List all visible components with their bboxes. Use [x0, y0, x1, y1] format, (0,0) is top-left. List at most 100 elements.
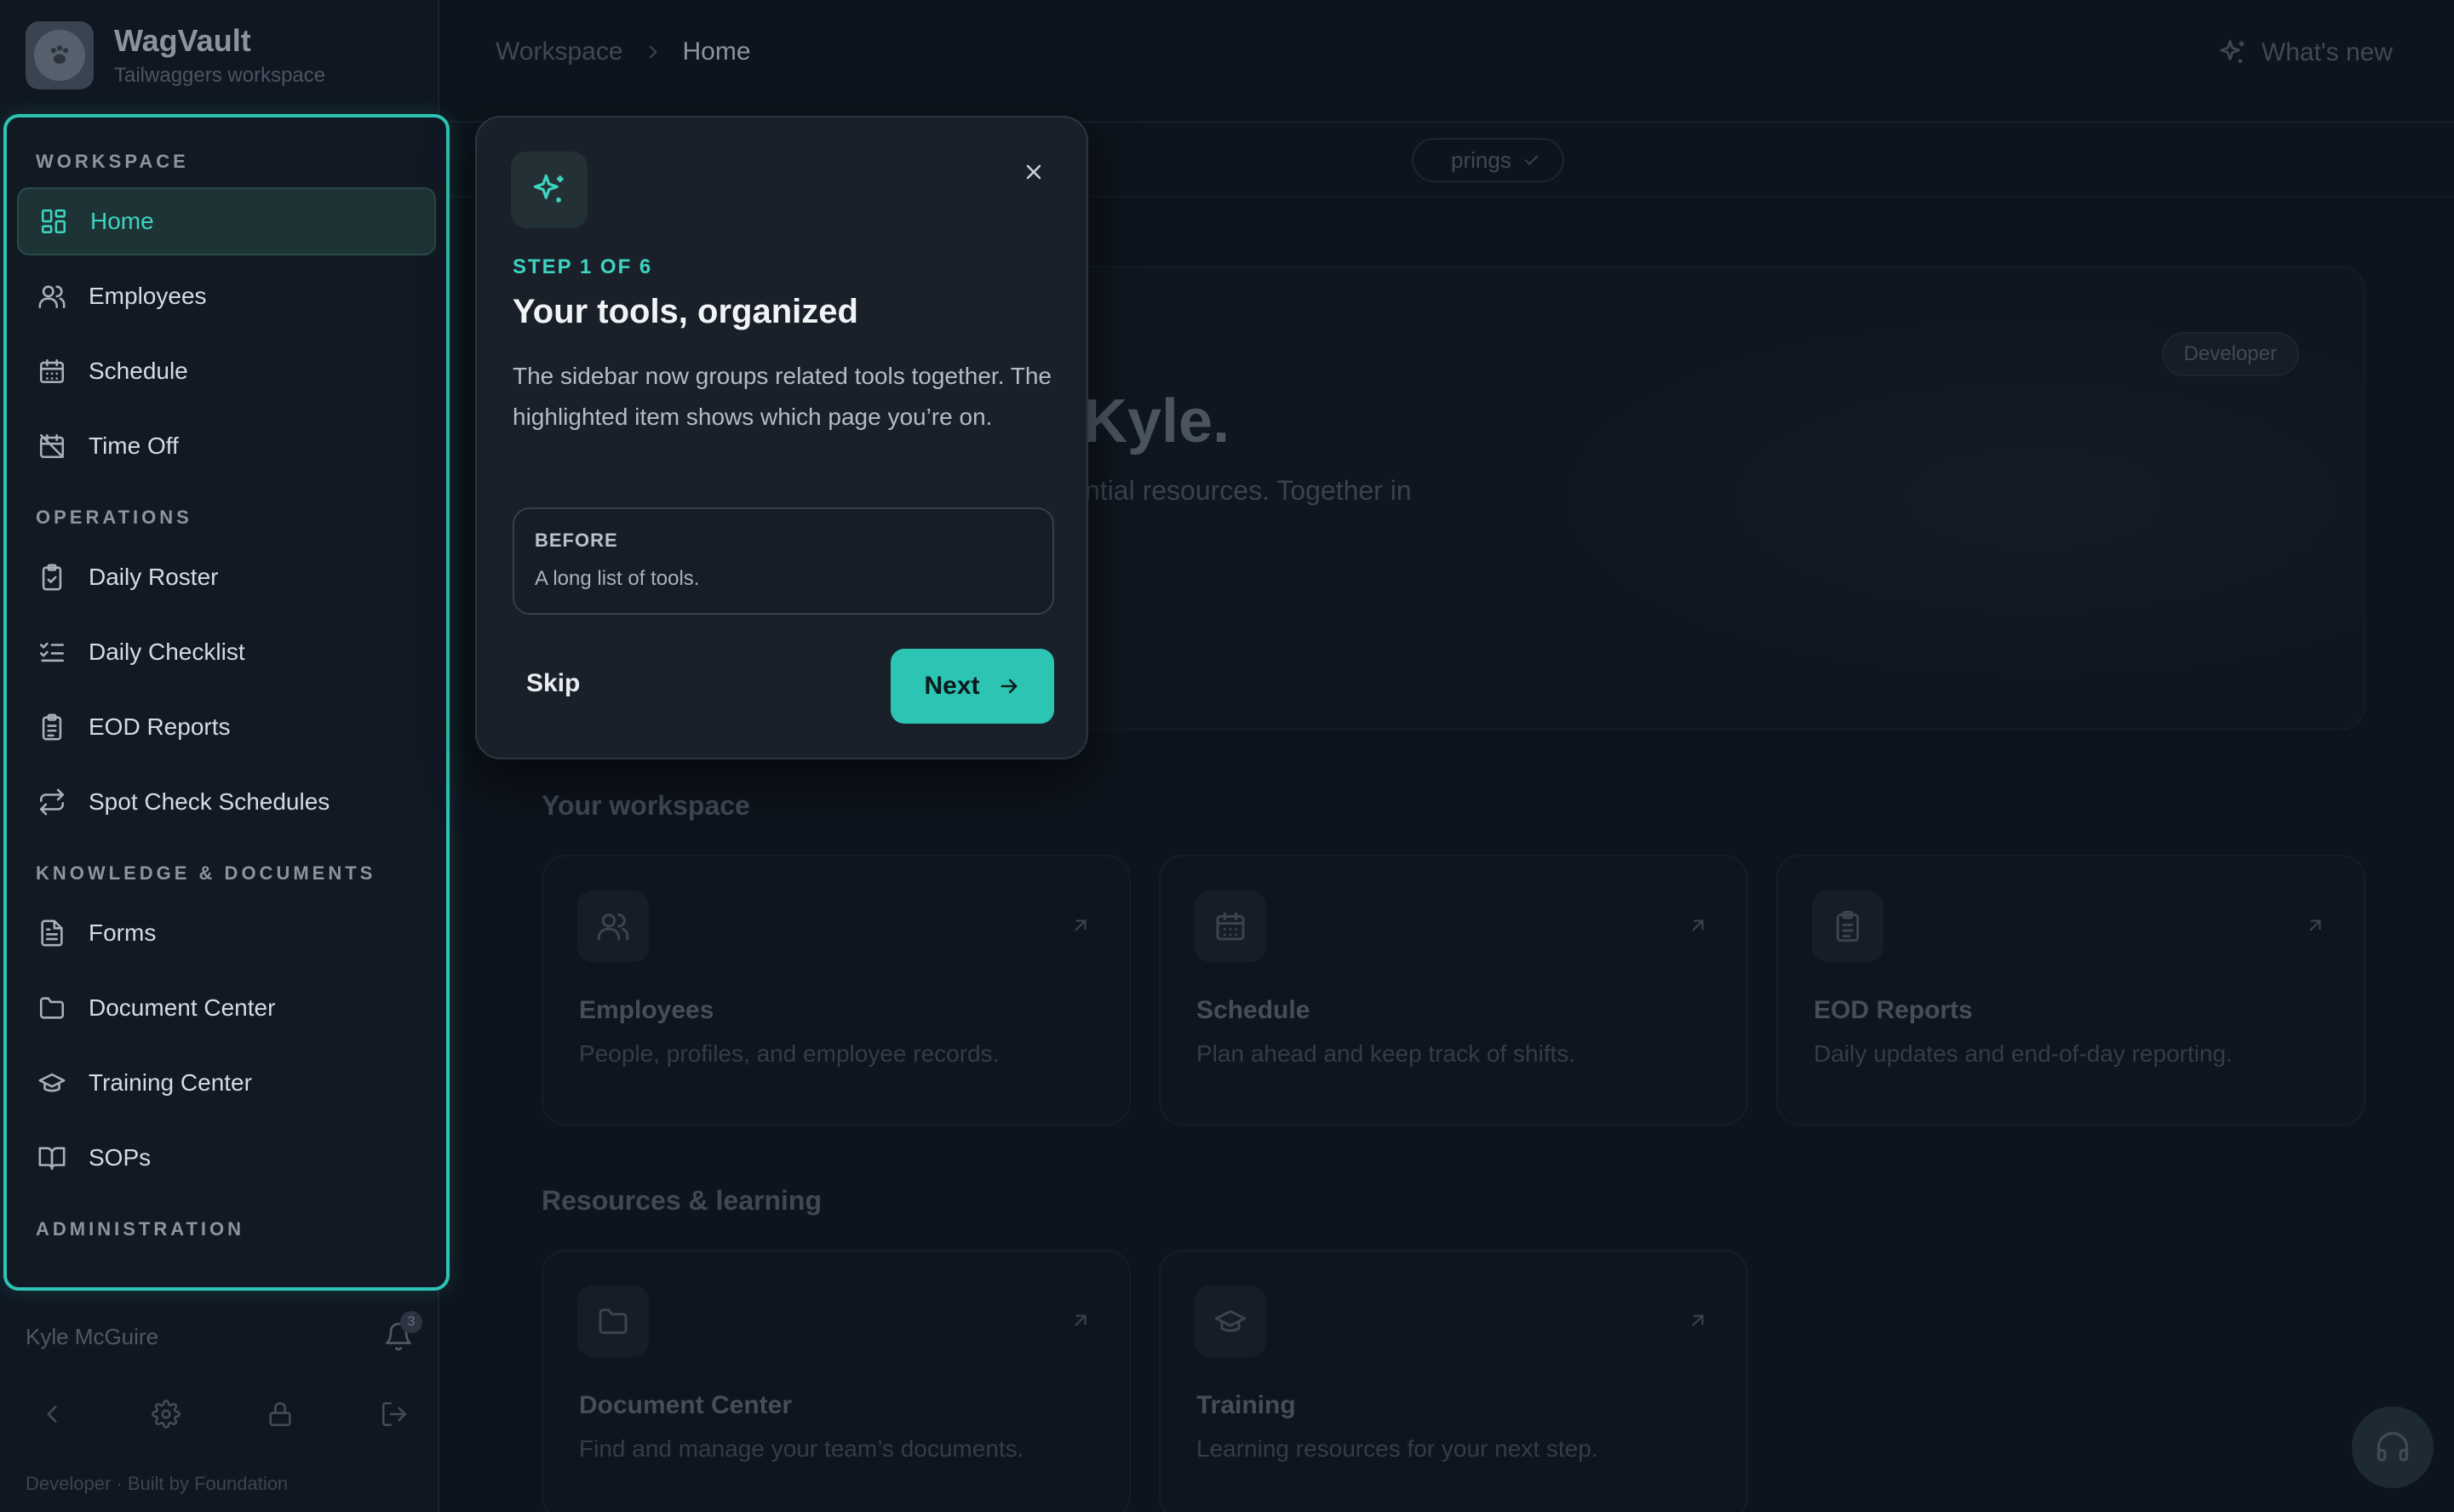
- before-text: A long list of tools.: [535, 567, 700, 590]
- card-description: Learning resources for your next step.: [1196, 1435, 1598, 1462]
- sidebar-nav: WORKSPACE Home Employees Schedule Time O…: [3, 114, 450, 1291]
- book-open-icon: [38, 1147, 66, 1171]
- top-bar: Workspace Home What's new: [441, 0, 2454, 123]
- settings-button[interactable]: [152, 1400, 181, 1429]
- notifications-button[interactable]: 3: [383, 1311, 422, 1352]
- arrow-right-icon: [1001, 679, 1017, 694]
- sidebar-item-label: Daily Checklist: [89, 639, 245, 665]
- hero-greeting: Kyle.: [1083, 387, 1230, 455]
- sidebar-item-daily-checklist[interactable]: Daily Checklist: [17, 618, 436, 686]
- lock-icon: [269, 1402, 291, 1427]
- users-icon: [38, 285, 66, 309]
- brand[interactable]: WagVault Tailwaggers workspace: [26, 20, 325, 90]
- breadcrumb-workspace[interactable]: Workspace: [496, 37, 623, 66]
- card-description: Daily updates and end-of-day reporting.: [1814, 1040, 2233, 1067]
- sidebar-item-home[interactable]: Home: [17, 187, 436, 255]
- headset-icon: [2377, 1431, 2409, 1462]
- collapse-sidebar-button[interactable]: [37, 1400, 66, 1429]
- sidebar-item-employees[interactable]: Employees: [17, 262, 436, 330]
- support-button[interactable]: [2352, 1406, 2434, 1488]
- card-title: EOD Reports: [1814, 996, 1973, 1024]
- clipboard-list-icon: [1812, 891, 1884, 962]
- list-checks-icon: [39, 642, 65, 662]
- graduation-cap-icon: [1195, 1286, 1266, 1357]
- location-chip-label: prings: [1451, 146, 1511, 173]
- card-description: Find and manage your team’s documents.: [579, 1435, 1024, 1462]
- arrow-up-right-icon: [1692, 919, 1704, 931]
- nav-section-title: WORKSPACE: [36, 151, 189, 172]
- lock-button[interactable]: [266, 1400, 295, 1429]
- logout-button[interactable]: [380, 1400, 409, 1429]
- tour-popover: STEP 1 OF 6 Your tools, organized The si…: [475, 116, 1088, 759]
- chevron-left-icon: [47, 1406, 57, 1423]
- paw-logo-icon: [34, 30, 85, 81]
- user-name: Kyle McGuire: [26, 1323, 159, 1349]
- graduation-cap-icon: [38, 1073, 66, 1092]
- repeat-icon: [39, 788, 65, 816]
- location-chip[interactable]: prings: [1412, 138, 1564, 182]
- card-document-center[interactable]: Document Center Find and manage your tea…: [542, 1250, 1131, 1512]
- arrow-up-right-icon: [1075, 1314, 1087, 1326]
- close-icon: [1026, 164, 1041, 180]
- sidebar-item-eod-reports[interactable]: EOD Reports: [17, 693, 436, 761]
- sidebar-item-label: SOPs: [89, 1144, 152, 1171]
- card-description: People, profiles, and employee records.: [579, 1040, 1000, 1067]
- nav-section-title: OPERATIONS: [36, 507, 192, 528]
- brand-logo: [26, 21, 94, 89]
- arrow-up-right-icon: [1075, 919, 1087, 931]
- sidebar-item-label: Document Center: [89, 994, 276, 1021]
- sidebar-item-label: Employees: [89, 283, 207, 309]
- next-step-label: Next: [924, 672, 980, 700]
- calendar-icon: [39, 358, 65, 384]
- gear-icon: [152, 1400, 181, 1429]
- card-schedule[interactable]: Schedule Plan ahead and keep track of sh…: [1159, 855, 1748, 1125]
- sidebar-item-label: Training Center: [89, 1069, 252, 1096]
- card-eod-reports[interactable]: EOD Reports Daily updates and end-of-day…: [1776, 855, 2365, 1125]
- sidebar-item-training-center[interactable]: Training Center: [17, 1049, 436, 1117]
- folder-icon: [39, 997, 65, 1019]
- card-title: Training: [1196, 1391, 1296, 1419]
- sidebar-item-label: Forms: [89, 919, 157, 946]
- close-tour-button[interactable]: [1017, 155, 1051, 189]
- nav-section-title: ADMINISTRATION: [36, 1218, 245, 1240]
- clipboard-list-icon: [42, 713, 62, 741]
- card-title: Document Center: [579, 1391, 793, 1419]
- before-label: BEFORE: [535, 530, 618, 551]
- calendar-icon: [1195, 891, 1266, 962]
- card-training[interactable]: Training Learning resources for your nex…: [1159, 1250, 1748, 1512]
- check-icon: [1524, 155, 1539, 165]
- chevron-right-icon: [649, 45, 657, 59]
- workspace-name: Tailwaggers workspace: [114, 64, 326, 87]
- breadcrumb-home: Home: [682, 37, 751, 66]
- app-name: WagVault: [114, 23, 251, 58]
- sidebar-item-label: EOD Reports: [89, 713, 231, 740]
- card-employees[interactable]: Employees People, profiles, and employee…: [542, 855, 1131, 1125]
- section-title-workspace: Your workspace: [542, 790, 750, 821]
- whats-new-button[interactable]: What's new: [2217, 37, 2393, 68]
- next-step-button[interactable]: Next: [891, 649, 1054, 724]
- nav-section-title: KNOWLEDGE & DOCUMENTS: [36, 862, 376, 884]
- folder-icon: [577, 1286, 649, 1357]
- tour-title: Your tools, organized: [513, 293, 858, 330]
- clipboard-check-icon: [42, 564, 62, 591]
- sidebar-item-schedule[interactable]: Schedule: [17, 337, 436, 405]
- sidebar-item-document-center[interactable]: Document Center: [17, 974, 436, 1042]
- hero-subtitle: ntial resources. Together in: [1085, 475, 1412, 506]
- sidebar-item-spot-check-schedules[interactable]: Spot Check Schedules: [17, 768, 436, 836]
- sidebar-item-forms[interactable]: Forms: [17, 899, 436, 967]
- skip-tour-button[interactable]: Skip: [526, 669, 580, 698]
- sidebar-item-daily-roster[interactable]: Daily Roster: [17, 543, 436, 611]
- tour-step-indicator: STEP 1 OF 6: [513, 255, 653, 278]
- breadcrumb: Workspace Home: [496, 37, 751, 66]
- file-text-icon: [41, 919, 63, 947]
- sidebar-item-label: Schedule: [89, 358, 188, 384]
- arrow-up-right-icon: [1692, 1314, 1704, 1326]
- sidebar-item-label: Home: [90, 208, 154, 234]
- sidebar-item-sops[interactable]: SOPs: [17, 1124, 436, 1192]
- sidebar-item-time-off[interactable]: Time Off: [17, 412, 436, 480]
- user-row: Kyle McGuire 3: [26, 1311, 422, 1355]
- card-title: Employees: [579, 996, 714, 1024]
- section-title-resources: Resources & learning: [542, 1185, 822, 1216]
- logout-icon: [381, 1401, 407, 1427]
- sidebar-item-label: Daily Roster: [89, 564, 219, 590]
